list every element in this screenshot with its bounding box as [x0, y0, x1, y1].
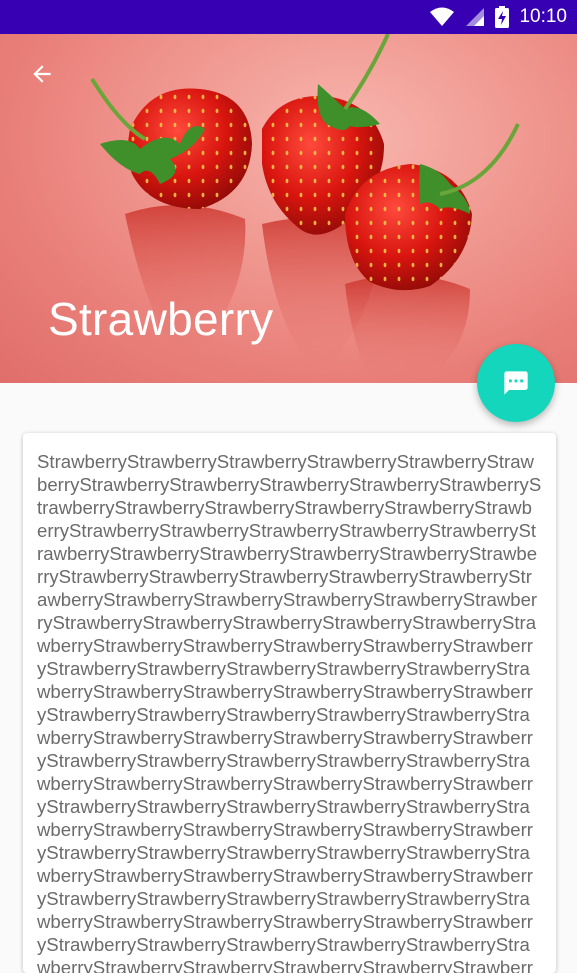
header-image: Strawberry — [0, 34, 577, 383]
status-bar: 10:10 — [0, 0, 577, 34]
page-title: Strawberry — [48, 293, 274, 345]
signal-icon — [466, 8, 485, 26]
content-card: StrawberryStrawberryStrawberryStrawberry… — [23, 433, 556, 973]
chat-fab-button[interactable] — [477, 344, 555, 422]
status-time: 10:10 — [519, 6, 567, 27]
arrow-back-icon — [33, 65, 51, 83]
status-icons: 10:10 — [429, 0, 567, 34]
chat-icon — [504, 371, 528, 395]
back-button[interactable] — [24, 56, 60, 92]
battery-charging-icon — [495, 6, 510, 28]
wifi-icon — [430, 7, 455, 26]
content-text: StrawberryStrawberryStrawberryStrawberry… — [37, 451, 542, 973]
